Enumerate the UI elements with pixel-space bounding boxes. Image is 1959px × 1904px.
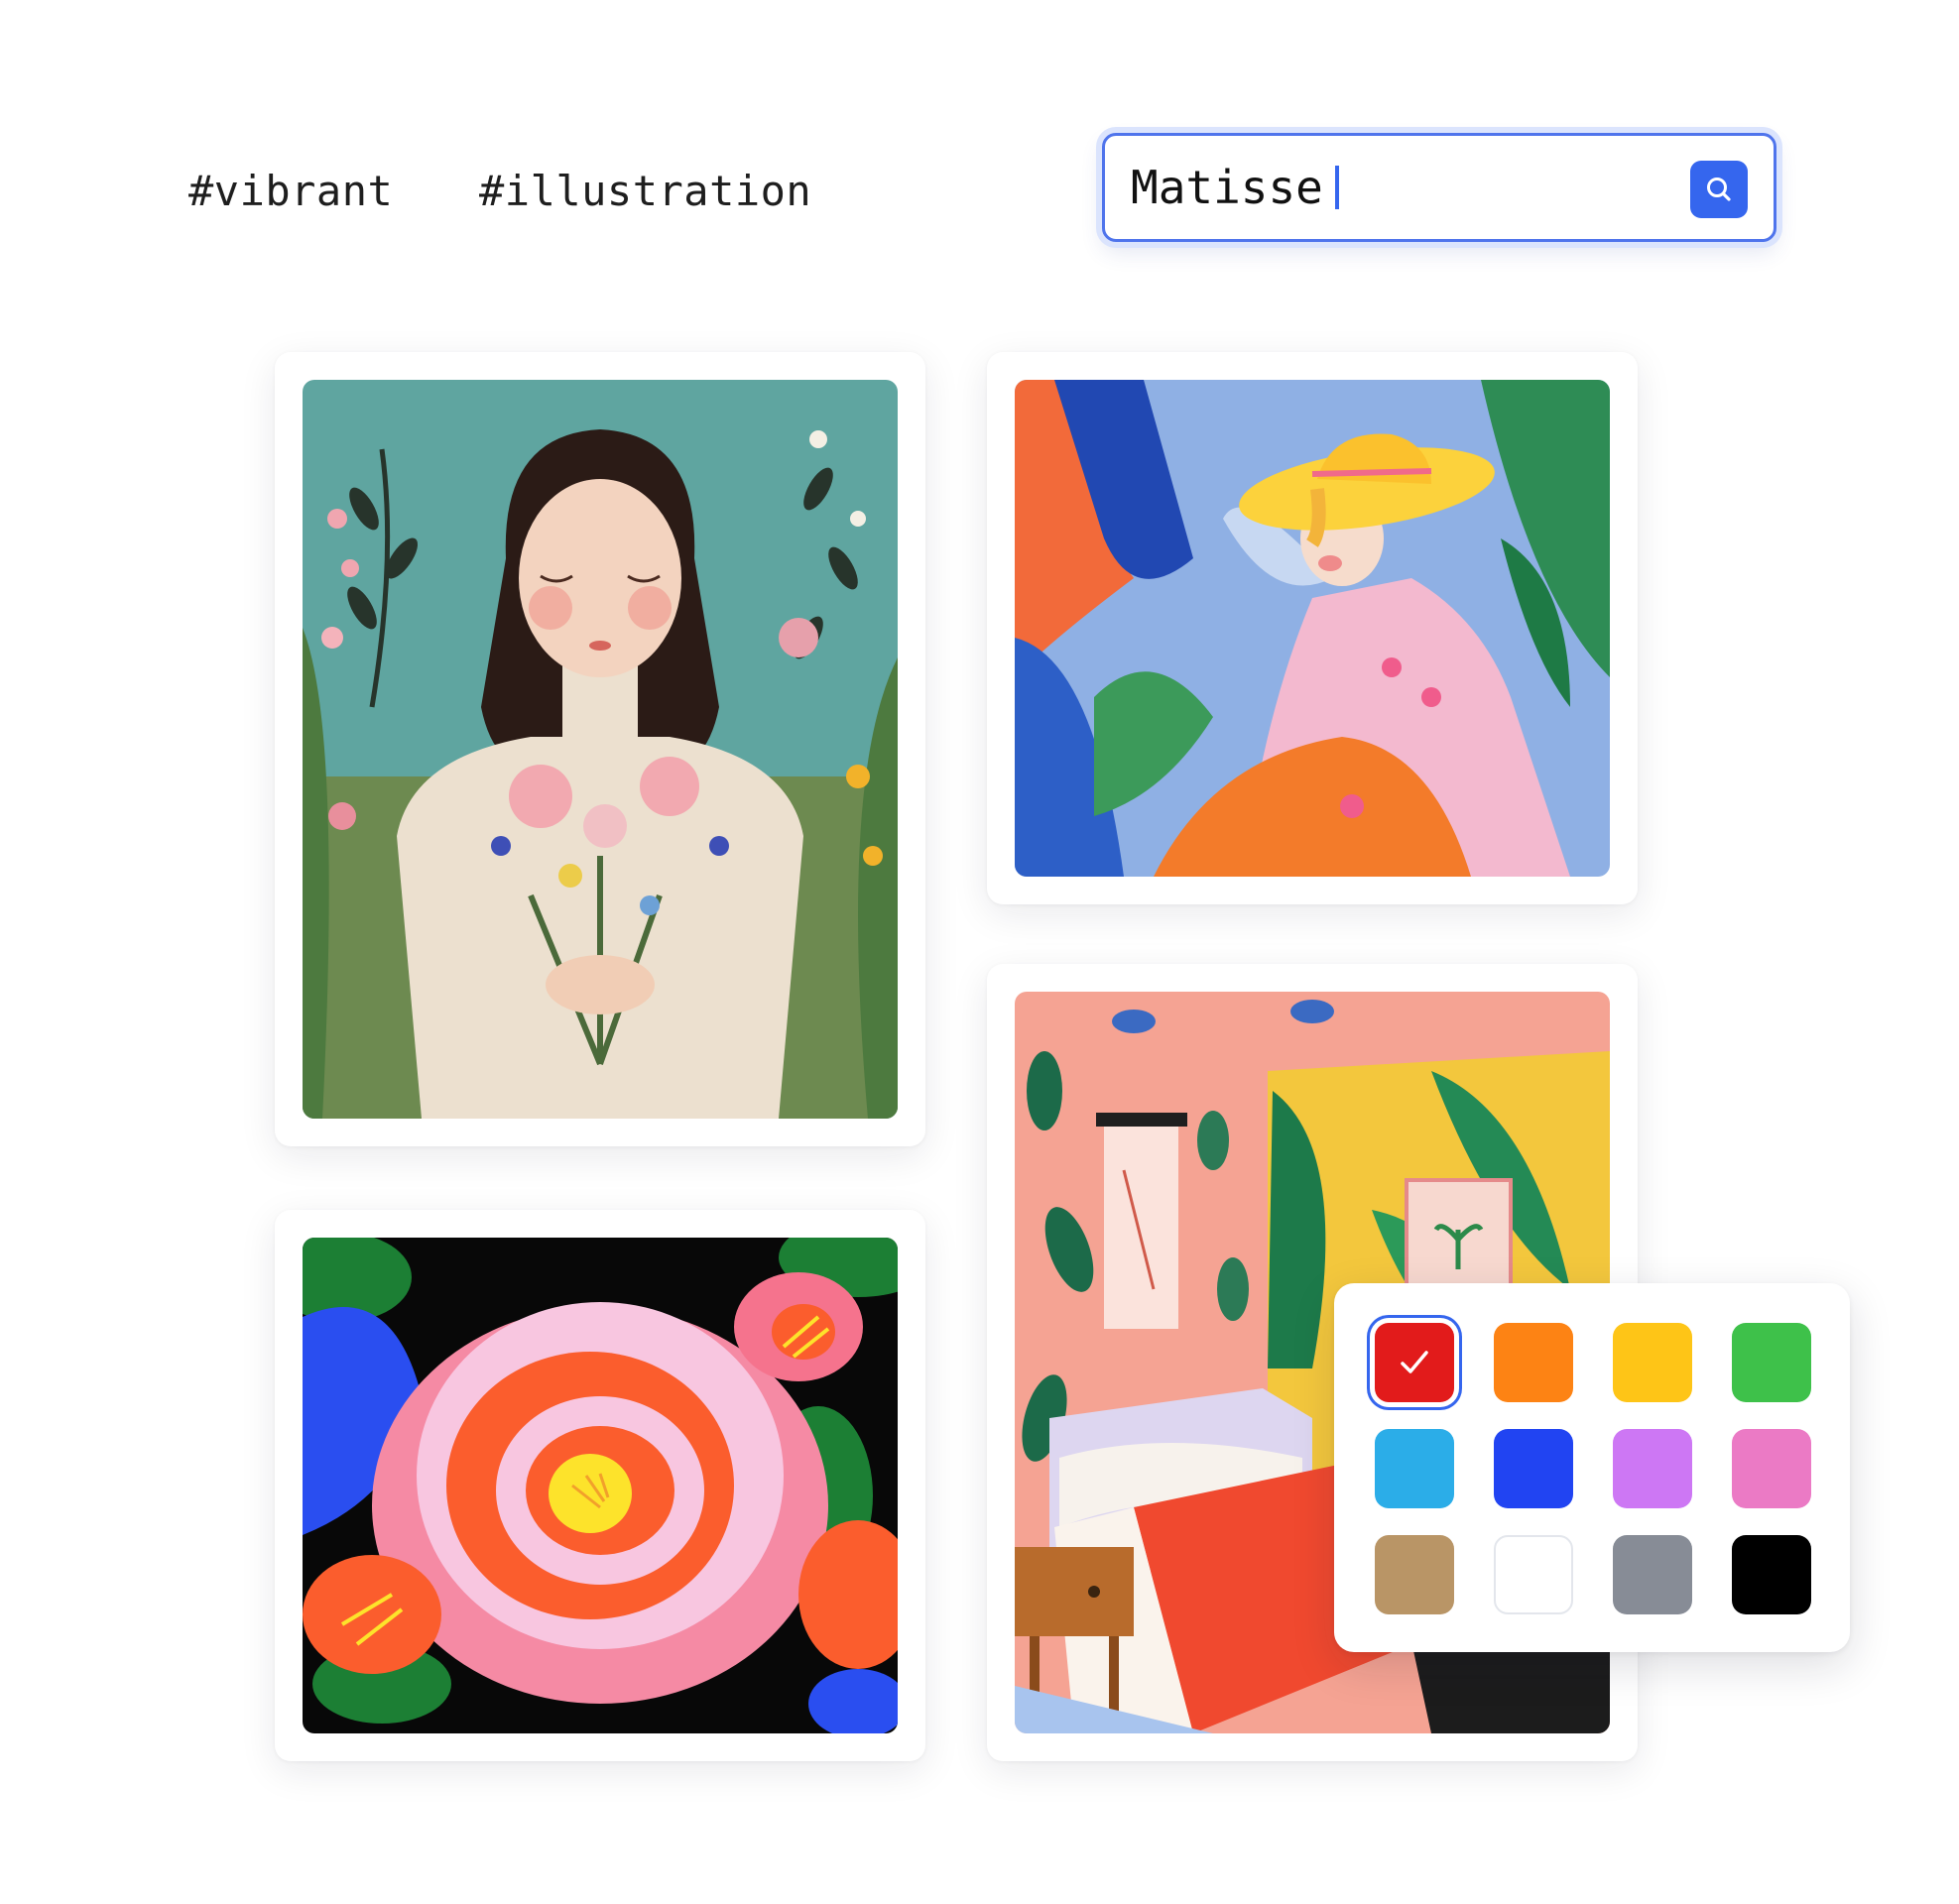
image-card[interactable] [275,352,925,1146]
color-swatch-gray[interactable] [1613,1535,1692,1614]
color-swatch-purple[interactable] [1613,1429,1692,1508]
color-swatch-green[interactable] [1732,1323,1811,1402]
tag-vibrant[interactable]: #vibrant [188,167,393,216]
color-swatch-light-blue[interactable] [1375,1429,1454,1508]
search-query-text: Matisse [1131,161,1323,214]
color-swatch-black[interactable] [1732,1535,1811,1614]
text-cursor [1334,166,1339,209]
search-bar: Matisse [1102,133,1776,242]
artwork-image [303,1238,898,1733]
checkmark-icon [1401,1351,1428,1373]
color-swatch-tan[interactable] [1375,1535,1454,1614]
color-swatch-white[interactable] [1494,1535,1573,1614]
color-swatch-pink[interactable] [1732,1429,1811,1508]
search-button[interactable] [1690,161,1748,218]
color-swatch-blue[interactable] [1494,1429,1573,1508]
color-swatch-red[interactable] [1375,1323,1454,1402]
artwork-image [303,380,898,1119]
image-card[interactable] [275,1210,925,1761]
search-input[interactable]: Matisse [1131,150,1682,225]
color-swatch-orange[interactable] [1494,1323,1573,1402]
tag-illustration[interactable]: #illustration [479,167,811,216]
search-icon [1707,178,1731,201]
color-picker [1334,1283,1850,1652]
image-card[interactable] [987,352,1638,904]
artwork-image [1015,380,1610,877]
color-swatch-yellow[interactable] [1613,1323,1692,1402]
